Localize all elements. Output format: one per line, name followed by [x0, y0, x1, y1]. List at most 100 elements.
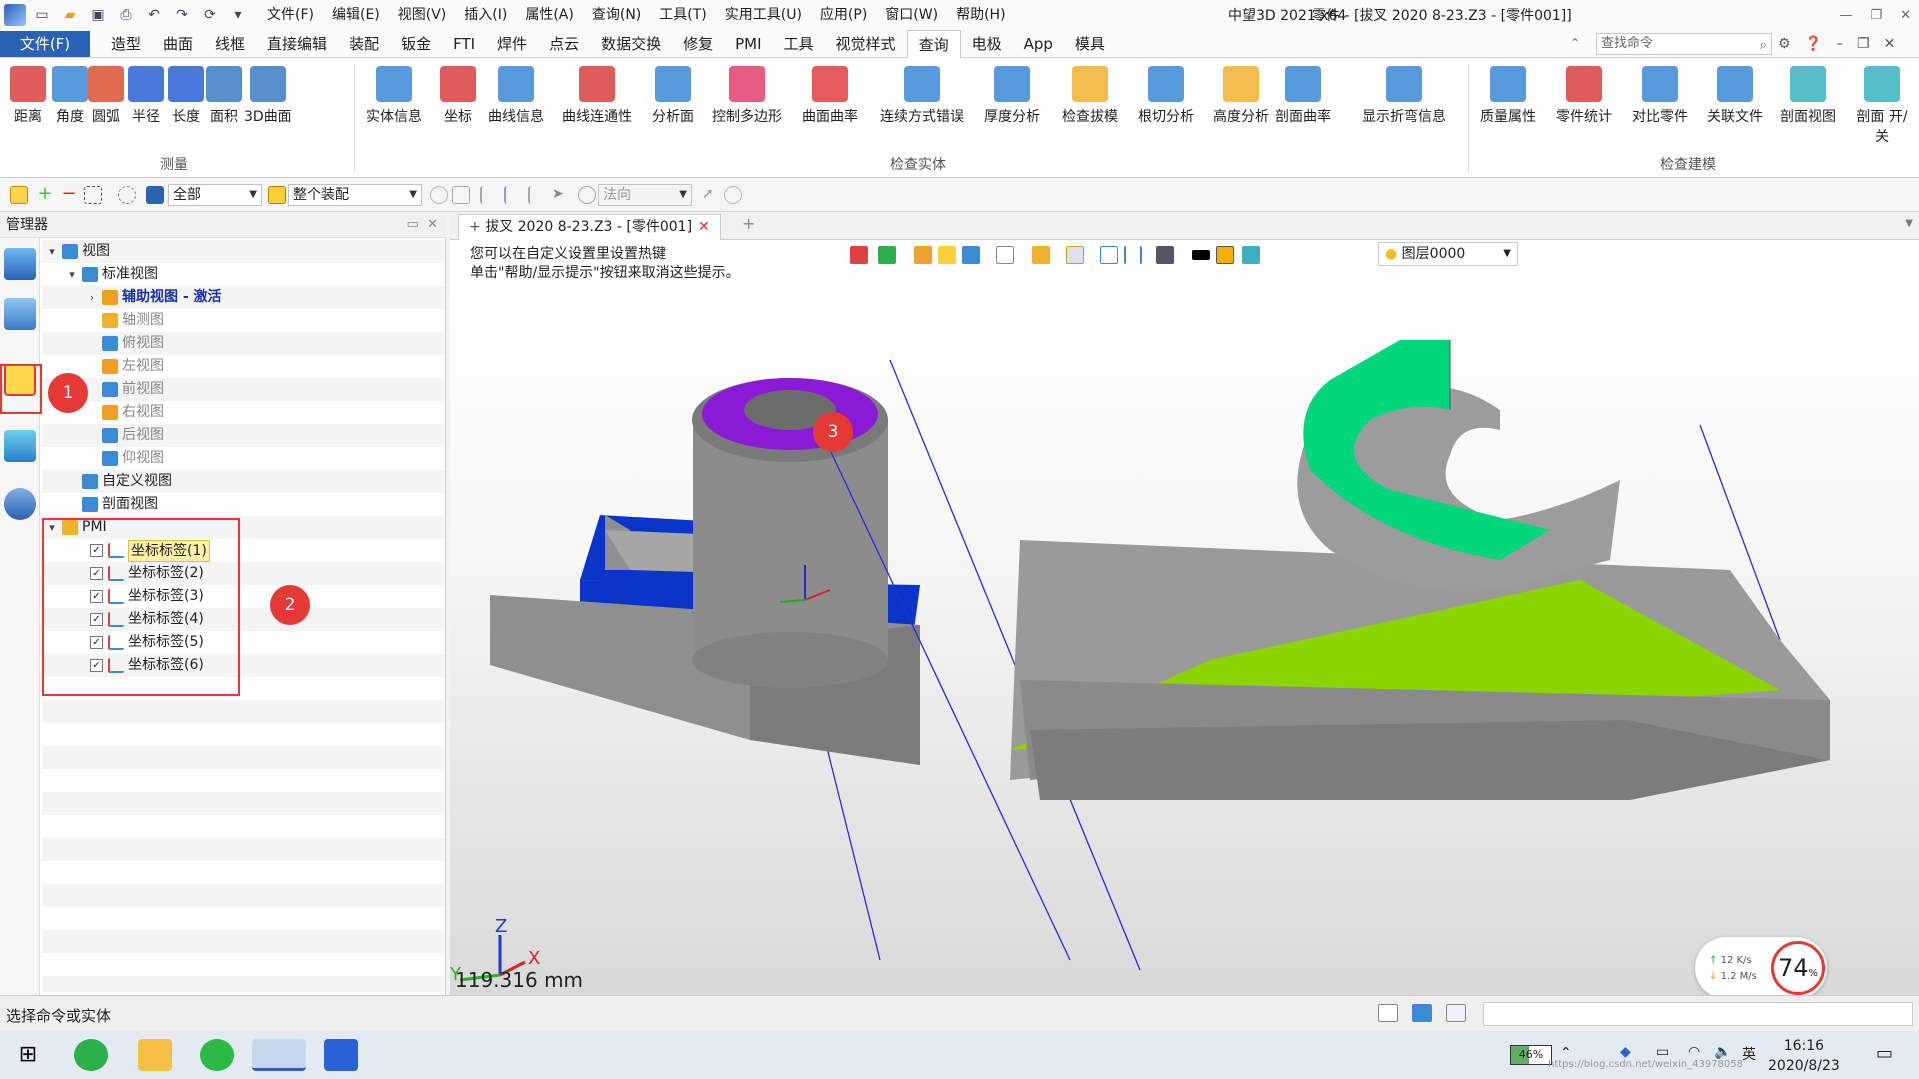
settings-icon[interactable]: ⚙ [1778, 36, 1791, 52]
inspect-entity-button[interactable]: 控制多边形 [712, 66, 782, 126]
direction-select[interactable]: 法向 ▼ [598, 184, 692, 206]
inspect-entity-button[interactable]: 高度分析 [1213, 66, 1269, 126]
layout-icon[interactable] [1378, 1004, 1398, 1022]
cursor-icon[interactable]: ➤ [552, 186, 570, 204]
tree-row[interactable]: 俯视图 [42, 332, 444, 355]
print-icon[interactable]: ⎙ [116, 5, 136, 25]
inspect-model-button[interactable]: 关联文件 [1707, 66, 1763, 126]
layer-select[interactable]: ● 图层0000 ▼ [1378, 242, 1518, 266]
app-logo-icon[interactable] [4, 4, 26, 26]
ribbon-tab[interactable]: 视觉样式 [825, 30, 907, 58]
section-icon[interactable] [1124, 246, 1142, 264]
ribbon-restore-icon[interactable]: ❐ [1857, 36, 1870, 52]
tree-row[interactable]: 轴测图 [42, 309, 444, 332]
tray-ime-icon[interactable]: 英 [1742, 1044, 1756, 1064]
restore-icon[interactable]: ❐ [1870, 8, 1882, 23]
pin-icon[interactable]: ▭ [407, 217, 419, 232]
align-center-icon[interactable] [504, 186, 522, 204]
tab-list-icon[interactable]: ▼ [1905, 218, 1913, 229]
inspect-model-button[interactable]: 对比零件 [1632, 66, 1688, 126]
measure-button[interactable]: 圆弧 [88, 66, 124, 126]
ribbon-tab[interactable]: 直接编辑 [256, 30, 338, 58]
minimize-icon[interactable]: — [1839, 8, 1852, 23]
ribbon-tab[interactable]: 电极 [961, 30, 1013, 58]
inspect-model-button[interactable]: 剖面视图 [1780, 66, 1836, 126]
collapse-ribbon-icon[interactable]: ⌃ [1570, 36, 1580, 50]
ribbon-tab[interactable]: 装配 [338, 30, 390, 58]
inspect-model-button[interactable]: 质量属性 [1480, 66, 1536, 126]
measure-button[interactable]: 3D曲面 [244, 66, 292, 126]
gear-pick-icon[interactable] [452, 186, 470, 204]
inspect-entity-button[interactable]: 根切分析 [1138, 66, 1194, 126]
ribbon-tab[interactable]: 曲面 [152, 30, 204, 58]
menu-item[interactable]: 工具(T) [650, 0, 715, 30]
inspect-entity-button[interactable]: 连续方式错误 [880, 66, 964, 126]
align-left-icon[interactable] [480, 186, 498, 204]
close-panel-icon[interactable]: ✕ [427, 217, 438, 232]
list-icon[interactable] [1446, 1004, 1466, 1022]
shaded-icon[interactable] [962, 246, 980, 264]
menu-item[interactable]: 视图(V) [389, 0, 456, 30]
menu-item[interactable]: 窗口(W) [876, 0, 947, 30]
wireframe-icon[interactable] [996, 246, 1014, 264]
wps-icon[interactable] [324, 1039, 358, 1071]
save-icon[interactable]: ▣ [88, 5, 108, 25]
ribbon-tab[interactable]: FTI [442, 30, 486, 58]
ribbon-tab[interactable]: 模具 [1064, 30, 1116, 58]
menu-item[interactable]: 属性(A) [516, 0, 583, 30]
inspect-entity-button[interactable]: 曲面曲率 [802, 66, 858, 126]
menu-item[interactable]: 编辑(E) [323, 0, 389, 30]
ribbon-tab[interactable]: 钣金 [390, 30, 442, 58]
inspect-entity-button[interactable]: 分析面 [652, 66, 694, 126]
ribbon-tab[interactable]: 线框 [204, 30, 256, 58]
tree-row[interactable]: ▾ 标准视图 [42, 263, 444, 286]
tree-row[interactable]: 右视图 [42, 401, 444, 424]
ribbon-tab[interactable]: 数据交换 [590, 30, 672, 58]
menu-item[interactable]: 插入(I) [455, 0, 516, 30]
measure-button[interactable]: 长度 [168, 66, 204, 126]
inspect-entity-button[interactable]: 曲线信息 [488, 66, 544, 126]
snap-icon[interactable] [724, 186, 742, 204]
menu-item[interactable]: 查询(N) [583, 0, 650, 30]
remove-icon[interactable]: − [60, 185, 78, 204]
ribbon-minimize-icon[interactable]: – [1836, 36, 1843, 52]
monitor-icon[interactable] [1412, 1004, 1432, 1022]
browser-icon[interactable] [74, 1039, 108, 1071]
pencil-icon[interactable] [914, 246, 932, 264]
command-input[interactable] [1483, 1002, 1913, 1026]
inspect-model-button[interactable]: 剖面 开/关 [1852, 66, 1912, 146]
inspect-entity-button[interactable]: 厚度分析 [984, 66, 1040, 126]
paint-icon[interactable] [878, 246, 896, 264]
menu-item[interactable]: 帮助(H) [947, 0, 1014, 30]
history-manager-icon[interactable] [4, 248, 36, 280]
ribbon-tab[interactable]: PMI [724, 30, 772, 58]
ribbon-tab[interactable]: 查询 [906, 29, 961, 59]
redo-icon[interactable]: ↷ [172, 5, 192, 25]
menu-item[interactable]: 应用(P) [811, 0, 876, 30]
add-icon[interactable]: + [36, 185, 54, 204]
render-mode-icon[interactable] [1032, 246, 1050, 264]
ribbon-tab[interactable]: 焊件 [486, 30, 538, 58]
expand-right-icon[interactable]: › [86, 286, 98, 309]
wechat-icon[interactable] [200, 1039, 234, 1071]
inspect-entity-button[interactable]: 显示折弯信息 [1362, 66, 1446, 126]
undo-icon[interactable]: ↶ [144, 5, 164, 25]
expand-down-icon[interactable]: ▾ [46, 240, 58, 263]
ribbon-tab[interactable]: 造型 [100, 30, 152, 58]
ribbon-close-icon[interactable]: ✕ [1884, 36, 1896, 52]
help-icon[interactable]: ❓ [1805, 36, 1822, 52]
refresh-icon[interactable]: ⟳ [200, 5, 220, 25]
notifications-icon[interactable]: ▭ [1876, 1043, 1893, 1064]
command-search-input[interactable]: 查找命令 ⌕ [1596, 33, 1772, 55]
file-explorer-icon[interactable] [138, 1039, 172, 1071]
tree-row[interactable]: › 辅助视图 - 激活 [42, 286, 444, 309]
folder-open-icon[interactable]: ▰ [60, 5, 80, 25]
search-icon[interactable]: ⌕ [1760, 36, 1767, 56]
more-icon[interactable]: ▾ [228, 5, 248, 25]
lasso-icon[interactable] [118, 186, 136, 204]
assembly-scope-icon[interactable] [268, 186, 286, 204]
filter-icon[interactable] [146, 186, 164, 204]
measure-button[interactable]: 距离 [10, 66, 46, 126]
document-tab[interactable]: + 拔叉 2020 8-23.Z3 - [零件001] ✕ [458, 214, 721, 240]
3d-viewport[interactable]: Z X Y [450, 240, 1919, 995]
